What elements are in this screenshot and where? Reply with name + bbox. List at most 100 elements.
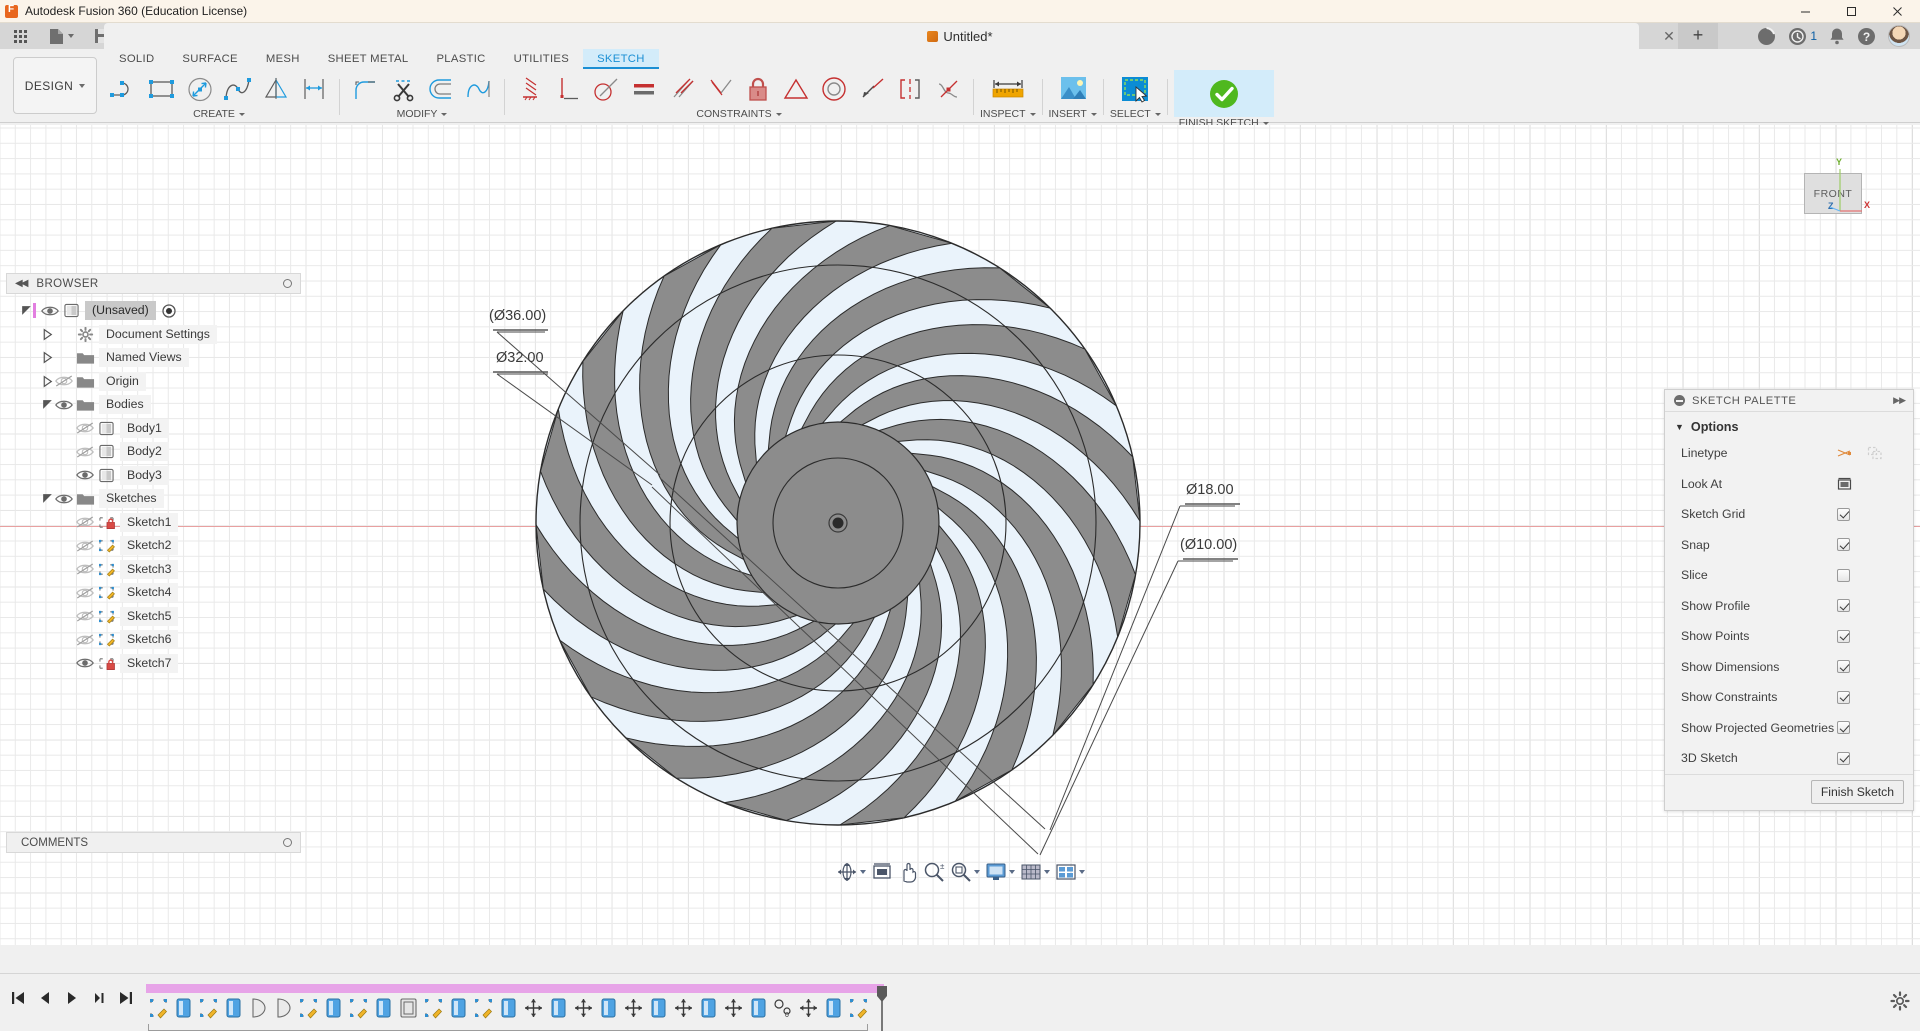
browser-item-sketch4[interactable]: Sketch4 — [6, 581, 301, 605]
timeline-feature-move[interactable] — [621, 994, 646, 1021]
palette-row-linetype[interactable]: Linetype — [1665, 438, 1913, 469]
visibility-off-icon[interactable] — [75, 445, 95, 459]
dimension-label-32[interactable]: Ø32.00 — [496, 350, 544, 366]
timeline-feature-revolve[interactable] — [271, 994, 296, 1021]
jump-to-end-button[interactable] — [118, 990, 134, 1006]
checkbox[interactable] — [1837, 569, 1850, 582]
circle-tool-button[interactable] — [181, 70, 219, 108]
palette-row-show-constraints[interactable]: Show Constraints — [1665, 682, 1913, 713]
dimension-label-36[interactable]: (Ø36.00) — [489, 308, 546, 324]
browser-item-sketch3[interactable]: Sketch3 — [6, 558, 301, 582]
visibility-on-icon[interactable] — [75, 656, 95, 670]
timeline-feature-extrude[interactable] — [496, 994, 521, 1021]
palette-row-look-at[interactable]: Look At — [1665, 469, 1913, 500]
tab-utilities[interactable]: UTILITIES — [500, 49, 583, 69]
visibility-off-icon[interactable] — [54, 374, 74, 388]
browser-item-sketch7[interactable]: Sketch7 — [6, 652, 301, 676]
timeline-progress-bar[interactable] — [146, 984, 884, 993]
spline-tool-button[interactable] — [219, 70, 257, 108]
checkbox[interactable] — [1837, 721, 1850, 734]
timeline-feature-extrude[interactable] — [171, 994, 196, 1021]
timeline-feature-sketch[interactable] — [296, 994, 321, 1021]
palette-row-show-profile[interactable]: Show Profile — [1665, 591, 1913, 622]
display-settings-button[interactable] — [983, 859, 1017, 885]
finish-sketch-button[interactable]: Finish Sketch — [1811, 780, 1904, 804]
checkbox[interactable] — [1837, 660, 1850, 673]
browser-item-sketch2[interactable]: Sketch2 — [6, 534, 301, 558]
tangent-constraint-button[interactable] — [587, 70, 625, 108]
data-panel-icon[interactable] — [1757, 27, 1776, 46]
pan-button[interactable] — [896, 859, 920, 885]
timeline-end-marker[interactable] — [876, 986, 887, 1031]
palette-row-show-dimensions[interactable]: Show Dimensions — [1665, 652, 1913, 683]
expander-open-icon[interactable] — [20, 304, 33, 317]
options-section-header[interactable]: ▼ Options — [1665, 412, 1913, 438]
expander-closed-icon[interactable] — [41, 351, 54, 364]
create-group-label-row[interactable]: CREATE — [193, 108, 245, 120]
browser-item-body1[interactable]: Body1 — [6, 417, 301, 441]
timeline-feature-extrude[interactable] — [746, 994, 771, 1021]
comments-options-icon[interactable] — [283, 838, 292, 847]
sketch-canvas[interactable]: (Ø36.00) Ø32.00 Ø18.00 (Ø10.00) FRONT Y … — [0, 125, 1920, 945]
select-group-label-row[interactable]: SELECT — [1110, 108, 1161, 120]
palette-row-show-points[interactable]: Show Points — [1665, 621, 1913, 652]
visibility-on-icon[interactable] — [75, 468, 95, 482]
timeline-feature-extrude[interactable] — [446, 994, 471, 1021]
palette-row-sketch-grid[interactable]: Sketch Grid — [1665, 499, 1913, 530]
timeline-feature-extrude[interactable] — [596, 994, 621, 1021]
perpendicular-constraint-button[interactable] — [701, 70, 739, 108]
timeline-feature-sketch[interactable] — [846, 994, 871, 1021]
visibility-off-icon[interactable] — [75, 515, 95, 529]
visibility-on-icon[interactable] — [40, 304, 60, 318]
browser-item-body3[interactable]: Body3 — [6, 464, 301, 488]
tab-mesh[interactable]: MESH — [252, 49, 314, 69]
visibility-off-icon[interactable] — [75, 609, 95, 623]
timeline-feature-extrude[interactable] — [321, 994, 346, 1021]
dimension-label-10[interactable]: (Ø10.00) — [1180, 537, 1237, 553]
fix-constraint-button[interactable] — [739, 70, 777, 108]
jump-to-start-button[interactable] — [10, 990, 26, 1006]
expand-icon[interactable]: ▶▶ — [1893, 395, 1905, 406]
tab-plastic[interactable]: PLASTIC — [422, 49, 499, 69]
look-at-icon[interactable] — [1837, 477, 1852, 491]
visibility-on-icon[interactable] — [54, 492, 74, 506]
browser-item-origin[interactable]: Origin — [6, 370, 301, 394]
timeline-feature-extrude[interactable] — [546, 994, 571, 1021]
timeline-feature-move[interactable] — [521, 994, 546, 1021]
checkbox[interactable] — [1837, 691, 1850, 704]
timeline-feature-shell[interactable] — [396, 994, 421, 1021]
ground-constraint-button[interactable] — [511, 70, 549, 108]
checkbox[interactable] — [1837, 752, 1850, 765]
browser-item-sketch5[interactable]: Sketch5 — [6, 605, 301, 629]
collinear-constraint-button[interactable] — [853, 70, 891, 108]
maximize-button[interactable] — [1828, 0, 1874, 23]
tab-solid[interactable]: SOLID — [105, 49, 168, 69]
concentric-constraint-button[interactable] — [815, 70, 853, 108]
zoom-window-button[interactable] — [948, 859, 982, 885]
look-at-button[interactable] — [869, 859, 895, 885]
timeline-feature-extrude[interactable] — [646, 994, 671, 1021]
checkbox[interactable] — [1837, 538, 1850, 551]
timeline-track[interactable]: 0 — [146, 984, 1880, 1024]
browser-item-sketches[interactable]: Sketches — [6, 487, 301, 511]
view-cube[interactable]: FRONT Y X Z — [1794, 155, 1870, 217]
timeline-feature-move[interactable] — [721, 994, 746, 1021]
trim-tool-button[interactable] — [384, 70, 422, 108]
line-tool-button[interactable] — [105, 70, 143, 108]
browser-item-document-settings[interactable]: Document Settings — [6, 323, 301, 347]
job-status-icon[interactable]: 1 — [1788, 27, 1817, 46]
visibility-on-icon[interactable] — [54, 398, 74, 412]
browser-item-body2[interactable]: Body2 — [6, 440, 301, 464]
linetype-construction-icon[interactable] — [1867, 446, 1883, 460]
comments-panel[interactable]: COMMENTS — [6, 832, 301, 853]
timeline-feature-extrude[interactable] — [371, 994, 396, 1021]
checkbox[interactable] — [1837, 599, 1850, 612]
orbit-button[interactable] — [834, 859, 868, 885]
close-document-tab-button[interactable]: ✕ — [1660, 27, 1678, 45]
visibility-off-icon[interactable] — [75, 539, 95, 553]
checkbox[interactable] — [1837, 630, 1850, 643]
measure-tool-button[interactable] — [985, 70, 1031, 108]
browser-item-sketch6[interactable]: Sketch6 — [6, 628, 301, 652]
tab-sketch[interactable]: SKETCH — [583, 49, 659, 69]
timeline-feature-pattern[interactable]: 0 — [771, 994, 796, 1021]
